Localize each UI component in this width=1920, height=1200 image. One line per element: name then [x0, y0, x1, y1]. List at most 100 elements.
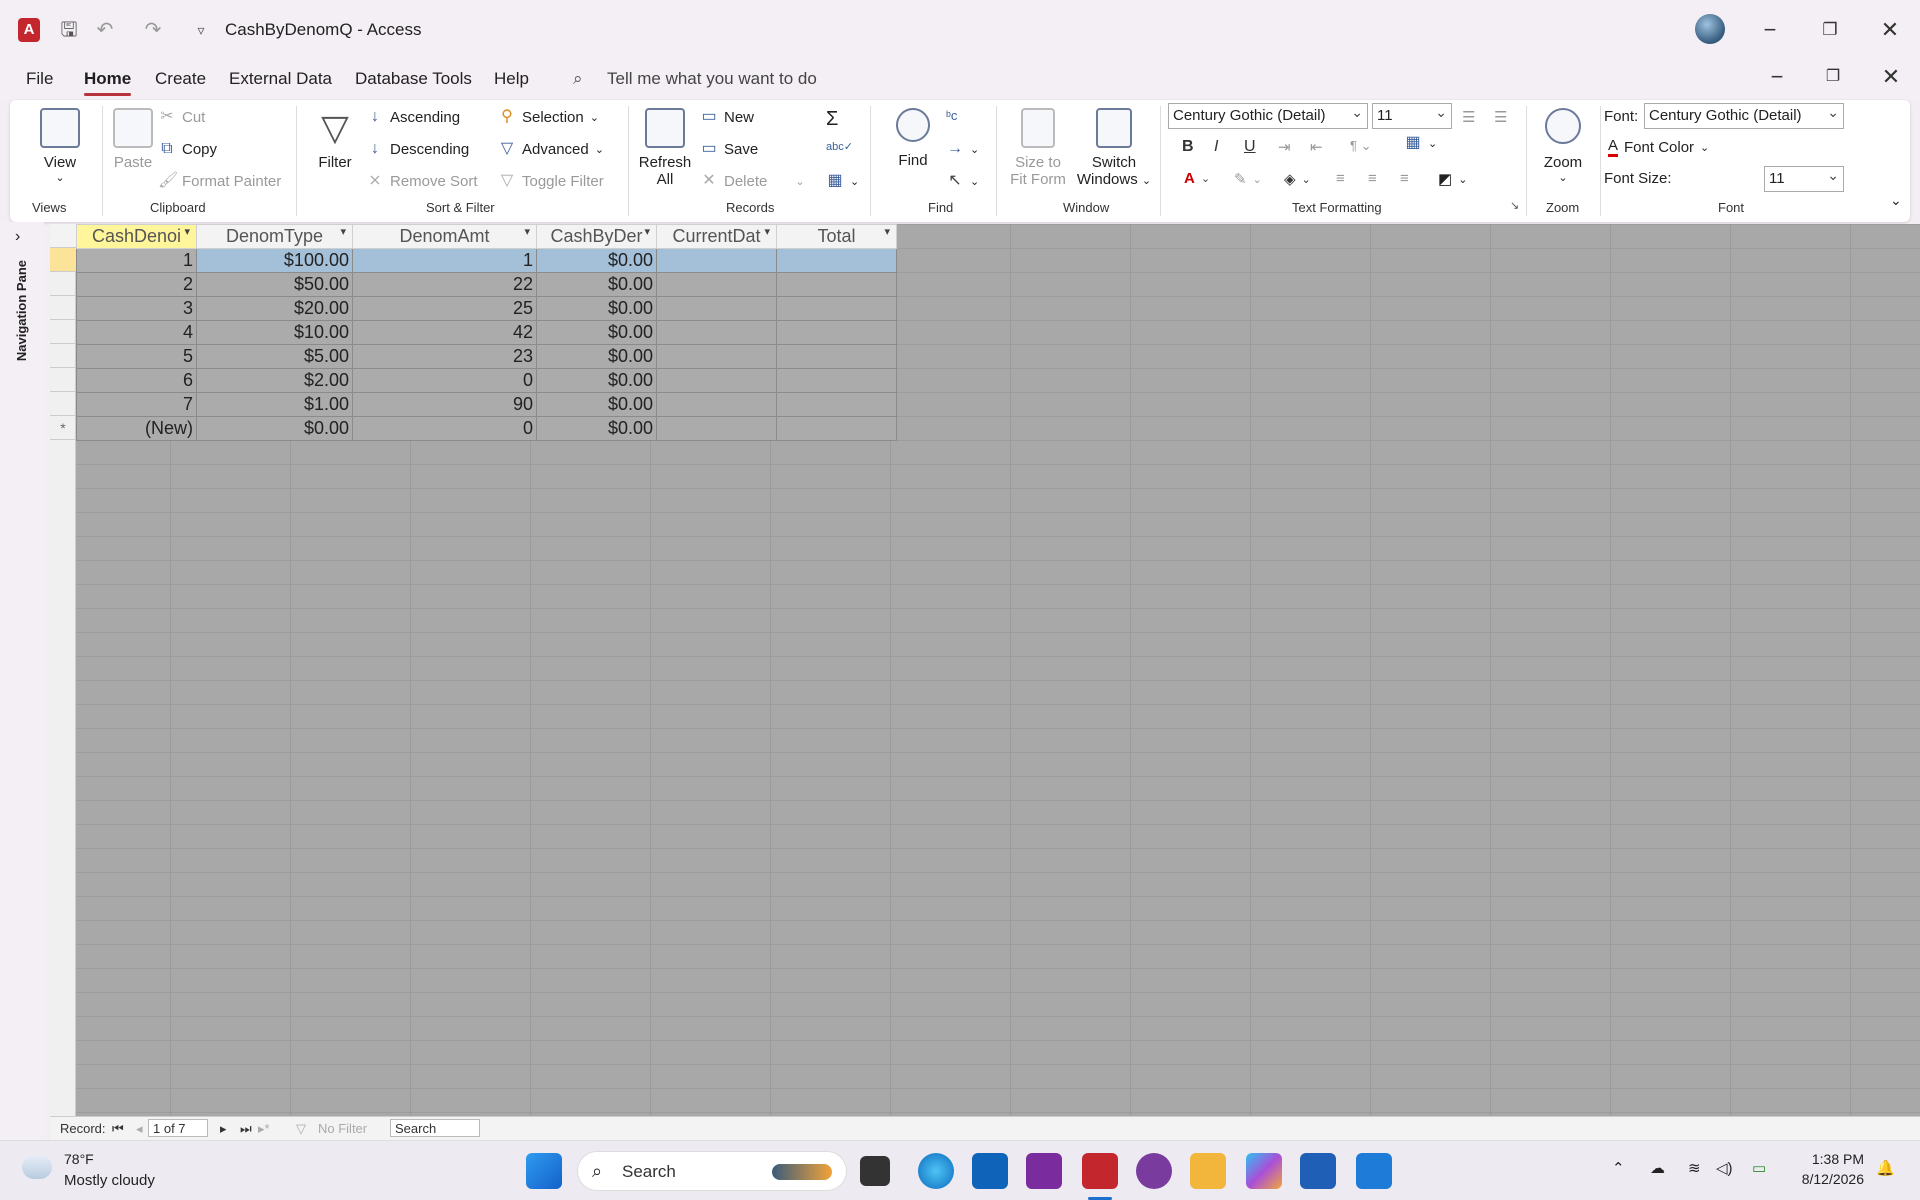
row-selector[interactable]	[50, 392, 76, 416]
record-position-input[interactable]: 1 of 7	[148, 1119, 208, 1137]
avatar[interactable]	[1695, 14, 1725, 44]
row-selector[interactable]	[50, 320, 76, 344]
undo-icon[interactable]: ↶	[92, 17, 118, 43]
remove-sort-button[interactable]: ⨯ Remove Sort	[366, 172, 477, 190]
table-row[interactable]: 5 $5.00 23 $0.00	[76, 344, 897, 369]
first-record-icon[interactable]: ⏮	[112, 1121, 124, 1137]
row-selector[interactable]	[50, 368, 76, 392]
table-cell[interactable]: 0	[352, 368, 537, 393]
tab-home[interactable]: Home	[84, 69, 132, 96]
table-cell[interactable]: $2.00	[196, 368, 353, 393]
table-cell[interactable]: $0.00	[536, 344, 657, 369]
align-left-icon[interactable]: ≡	[1336, 170, 1345, 187]
underline-icon[interactable]: U	[1244, 138, 1256, 156]
table-cell[interactable]	[776, 416, 897, 441]
table-cell[interactable]	[656, 344, 777, 369]
font-family-select[interactable]: Century Gothic (Detail)	[1644, 103, 1844, 129]
alternate-row-color-icon[interactable]: ◩ ⌄	[1438, 170, 1467, 188]
fill-color-icon[interactable]: ◈ ⌄	[1284, 170, 1311, 188]
new-record-row[interactable]: (New) $0.00 0 $0.00	[76, 416, 897, 441]
table-cell[interactable]: $0.00	[536, 248, 657, 273]
doc-close-icon[interactable]: ✕	[1876, 62, 1906, 92]
table-cell[interactable]: $100.00	[196, 248, 353, 273]
task-view-icon[interactable]	[860, 1156, 890, 1186]
select-all-corner[interactable]	[50, 224, 76, 248]
next-record-icon[interactable]: ▸	[220, 1121, 227, 1137]
tab-create[interactable]: Create	[155, 69, 206, 89]
tell-me-input[interactable]: Tell me what you want to do	[607, 69, 817, 89]
column-header[interactable]: CurrentDat ▾	[656, 224, 777, 249]
clock-time[interactable]: 1:38 PM	[1794, 1151, 1864, 1167]
advanced-button[interactable]: ▽ Advanced ⌄	[498, 140, 604, 158]
access-taskbar-icon[interactable]	[1082, 1153, 1118, 1189]
column-header[interactable]: CashByDer ▾	[536, 224, 657, 249]
outdent-icon[interactable]: ⇤	[1310, 138, 1323, 156]
table-cell[interactable]: 90	[352, 392, 537, 417]
table-cell[interactable]: $20.00	[196, 296, 353, 321]
highlight-icon[interactable]: ✎ ⌄	[1234, 170, 1262, 188]
table-row[interactable]: 4 $10.00 42 $0.00	[76, 320, 897, 345]
file-explorer-icon[interactable]	[1190, 1153, 1226, 1189]
new-record-button[interactable]: ▭ New	[700, 108, 754, 126]
view-button[interactable]: View ⌄	[28, 108, 92, 184]
tab-database-tools[interactable]: Database Tools	[355, 69, 472, 89]
font-color-button[interactable]: A Font Color ⌄	[1608, 138, 1709, 157]
table-cell[interactable]: (New)	[76, 416, 197, 441]
doc-restore-icon[interactable]: ❐	[1818, 62, 1848, 92]
table-cell[interactable]	[776, 248, 897, 273]
table-cell[interactable]: 22	[352, 272, 537, 297]
format-painter-button[interactable]: 🖌 Format Painter	[158, 172, 281, 190]
column-header[interactable]: CashDenoi ▾	[76, 224, 197, 249]
table-cell[interactable]	[656, 416, 777, 441]
m365-icon[interactable]	[1246, 1153, 1282, 1189]
wifi-icon[interactable]: ≋	[1688, 1159, 1701, 1177]
table-cell[interactable]: $0.00	[536, 368, 657, 393]
table-cell[interactable]: $0.00	[196, 416, 353, 441]
table-cell[interactable]: 2	[76, 272, 197, 297]
clock-date[interactable]: 8/12/2026	[1794, 1171, 1864, 1187]
weather-temp[interactable]: 78°F	[64, 1151, 94, 1167]
chevron-right-icon[interactable]: ›	[15, 228, 20, 246]
table-cell[interactable]: 7	[76, 392, 197, 417]
table-row[interactable]: 3 $20.00 25 $0.00	[76, 296, 897, 321]
table-cell[interactable]	[656, 368, 777, 393]
table-cell[interactable]	[776, 272, 897, 297]
table-row[interactable]: 7 $1.00 90 $0.00	[76, 392, 897, 417]
font-name-select[interactable]: Century Gothic (Detail)	[1168, 103, 1368, 129]
table-cell[interactable]	[776, 344, 897, 369]
toggle-filter-button[interactable]: ▽ Toggle Filter	[498, 172, 604, 190]
table-cell[interactable]: $50.00	[196, 272, 353, 297]
delete-record-button[interactable]: ✕ Delete ⌄	[700, 172, 804, 190]
paste-button[interactable]: Paste	[106, 108, 160, 171]
battery-icon[interactable]: ▭	[1752, 1159, 1766, 1177]
tab-help[interactable]: Help	[494, 69, 529, 89]
dropdown-arrow-icon[interactable]: ▾	[340, 226, 346, 238]
find-button[interactable]: Find	[886, 108, 940, 169]
column-header[interactable]: DenomType ▾	[196, 224, 353, 249]
row-selector[interactable]	[50, 248, 76, 272]
table-cell[interactable]	[776, 296, 897, 321]
table-cell[interactable]: 3	[76, 296, 197, 321]
select-button[interactable]: ↖ ⌄	[946, 172, 979, 190]
indent-icon[interactable]: ⇥	[1278, 138, 1291, 156]
weather-icon[interactable]	[22, 1155, 52, 1179]
table-row[interactable]: 1 $100.00 1 $0.00	[76, 248, 897, 273]
cut-button[interactable]: ✂ Cut	[158, 108, 205, 126]
collapse-ribbon-icon[interactable]: ⌄	[1890, 192, 1902, 209]
onenote-icon[interactable]	[1026, 1153, 1062, 1189]
table-cell[interactable]	[656, 248, 777, 273]
table-cell[interactable]: 5	[76, 344, 197, 369]
bold-icon[interactable]: B	[1182, 138, 1194, 156]
table-cell[interactable]: $10.00	[196, 320, 353, 345]
table-row[interactable]: 2 $50.00 22 $0.00	[76, 272, 897, 297]
no-filter-label[interactable]: No Filter	[318, 1121, 367, 1136]
table-cell[interactable]: $0.00	[536, 392, 657, 417]
tab-external-data[interactable]: External Data	[229, 69, 332, 89]
notification-icon[interactable]: 🔔	[1876, 1159, 1895, 1177]
replace-button[interactable]: ᵇc	[946, 108, 957, 123]
zoom-button[interactable]: Zoom ⌄	[1532, 108, 1594, 184]
table-cell[interactable]: 23	[352, 344, 537, 369]
font-size-field[interactable]: 11	[1764, 166, 1844, 192]
volume-icon[interactable]: ◁)	[1716, 1159, 1733, 1177]
table-cell[interactable]	[656, 320, 777, 345]
